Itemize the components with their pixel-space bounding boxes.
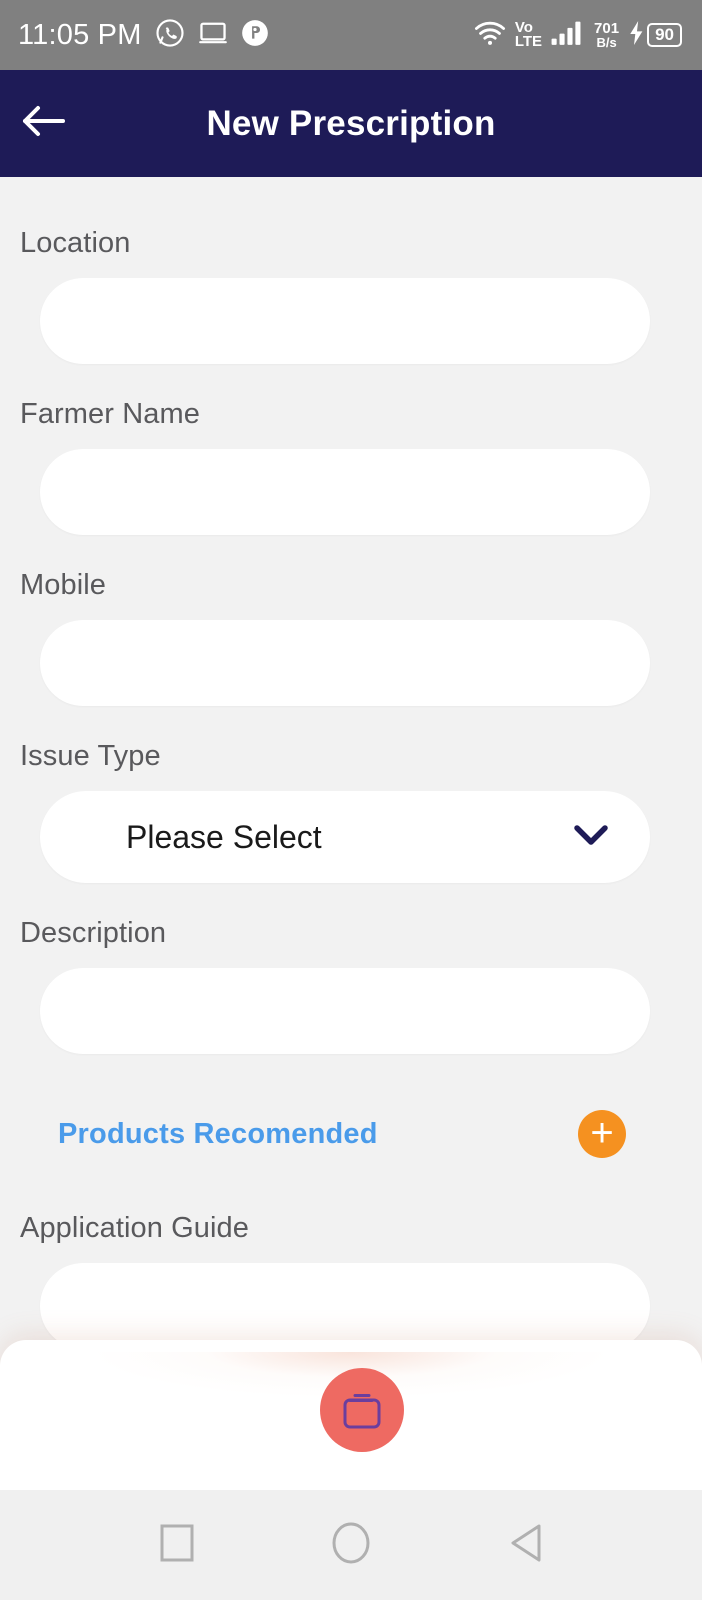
- location-input[interactable]: [40, 278, 650, 364]
- add-product-button[interactable]: +: [578, 1110, 626, 1158]
- battery-level: 90: [647, 22, 682, 48]
- field-label-farmer-name: Farmer Name: [20, 398, 200, 430]
- field-issue-type: Issue Type Please Select: [0, 740, 702, 883]
- status-bar-clock: 11:05 PM: [18, 18, 142, 51]
- field-application-guide: Application Guide: [0, 1212, 702, 1349]
- status-bar: 11:05 PM Vo LTE 701 B/s 90: [0, 0, 702, 70]
- mobile-input[interactable]: [40, 620, 650, 706]
- field-label-location: Location: [20, 227, 131, 259]
- field-mobile: Mobile: [0, 569, 702, 706]
- charging-bolt-icon: [628, 20, 645, 50]
- signal-bars-icon: [551, 20, 585, 51]
- network-speed-indicator: 701 B/s: [594, 20, 620, 50]
- android-nav-bar: [0, 1490, 702, 1600]
- farmer-name-input[interactable]: [40, 449, 650, 535]
- issue-type-selected-value: Please Select: [126, 818, 322, 855]
- form-content: Location Farmer Name Mobile Issue Type P…: [0, 177, 702, 1355]
- field-label-issue-type: Issue Type: [20, 740, 161, 772]
- whatsapp-icon: [155, 18, 185, 53]
- floating-action-button[interactable]: [320, 1368, 404, 1452]
- battery-indicator: 90: [628, 20, 682, 50]
- description-input[interactable]: [40, 968, 650, 1054]
- circle-icon: [332, 1522, 370, 1569]
- document-card-icon: [337, 1383, 387, 1438]
- field-farmer-name: Farmer Name: [0, 398, 702, 535]
- page-title: New Prescription: [206, 103, 496, 143]
- field-label-description: Description: [20, 917, 167, 949]
- arrow-left-icon: [21, 103, 65, 144]
- field-location: Location: [0, 227, 702, 364]
- field-label-application-guide: Application Guide: [20, 1212, 250, 1244]
- back-button[interactable]: [0, 70, 86, 177]
- field-description: Description: [0, 917, 702, 1054]
- nav-recents-button[interactable]: [142, 1510, 212, 1580]
- volte-indicator: Vo LTE: [514, 18, 543, 50]
- app-bar: New Prescription: [0, 70, 702, 177]
- products-recommended-link[interactable]: Products Recomended: [58, 1118, 378, 1151]
- field-label-mobile: Mobile: [20, 569, 107, 601]
- phone-screen: 11:05 PM Vo LTE 701 B/s 90 New Prescript…: [0, 0, 702, 1600]
- wifi-icon: [474, 20, 506, 51]
- app-circle-icon: [241, 19, 269, 52]
- status-bar-right: Vo LTE 701 B/s 90: [474, 18, 682, 51]
- cast-screen-icon: [198, 21, 228, 50]
- application-guide-input[interactable]: [40, 1263, 650, 1349]
- issue-type-dropdown[interactable]: Please Select: [40, 791, 650, 883]
- nav-back-button[interactable]: [490, 1510, 560, 1580]
- nav-home-button[interactable]: [316, 1510, 386, 1580]
- triangle-left-icon: [507, 1523, 543, 1568]
- chevron-down-icon: [574, 824, 608, 851]
- status-bar-left: 11:05 PM: [18, 18, 269, 53]
- square-icon: [160, 1524, 194, 1567]
- products-recommended-row: Products Recomended +: [0, 1058, 702, 1158]
